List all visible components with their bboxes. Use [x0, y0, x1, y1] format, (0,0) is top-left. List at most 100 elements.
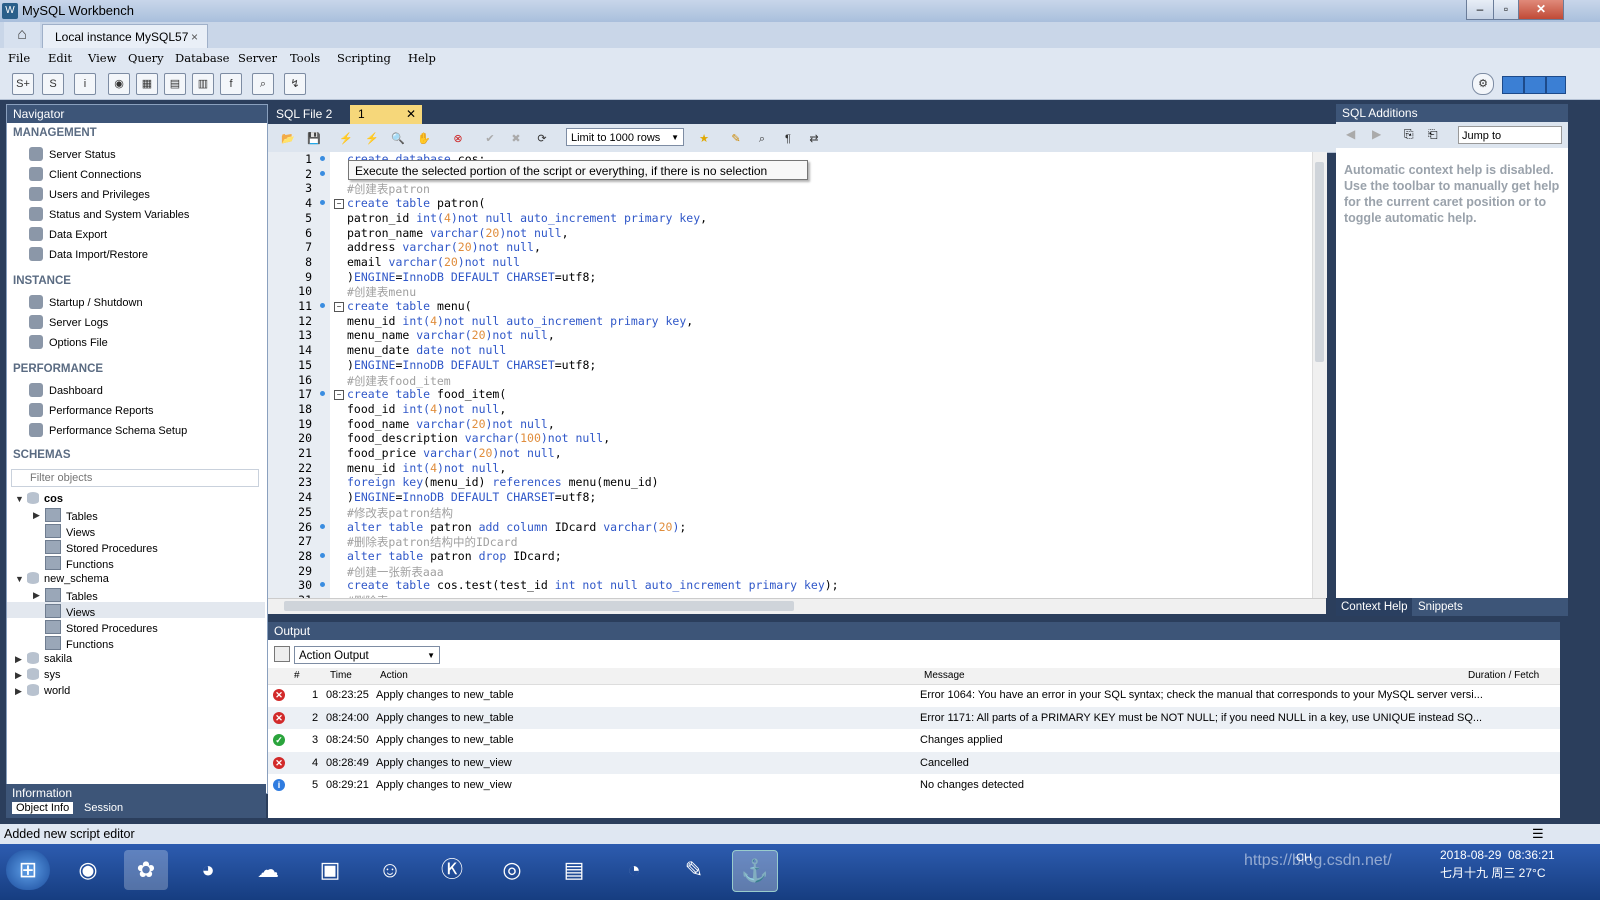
menu-query[interactable]: Query — [128, 51, 164, 65]
auto-help-icon[interactable]: ⎗ — [1428, 127, 1438, 142]
tab-object-info[interactable]: Object Info — [12, 802, 74, 814]
scroll-thumb[interactable] — [1315, 162, 1324, 362]
expand-world-icon[interactable]: ▶ — [15, 686, 22, 697]
settings-icon[interactable]: ⚙ — [1472, 73, 1494, 95]
invisible-chars-icon[interactable]: ¶ — [778, 129, 798, 149]
tab-local-instance[interactable]: Local instance MySQL57 × — [42, 24, 208, 49]
menu-file[interactable]: File — [8, 51, 30, 65]
create-table-icon[interactable]: ▦ — [136, 73, 158, 95]
nav-server-status[interactable]: Server Status — [29, 147, 116, 161]
office-icon[interactable]: ▣ — [308, 850, 352, 890]
close-tab-icon[interactable]: × — [191, 30, 198, 44]
cloud-app-icon[interactable]: ☁ — [246, 850, 290, 890]
cos-procedures[interactable]: Stored Procedures — [45, 540, 158, 555]
create-view-icon[interactable]: ▤ — [164, 73, 186, 95]
schema-world[interactable]: world — [27, 684, 70, 697]
new-schema-tables[interactable]: Tables — [45, 588, 98, 603]
firefox-icon[interactable]: ◕ — [186, 850, 230, 890]
expand-sys-icon[interactable]: ▶ — [15, 670, 22, 681]
chrome-icon[interactable]: ◉ — [66, 850, 110, 890]
output-row[interactable]: ✕ 4 08:28:49 Apply changes to new_view Cance… — [268, 751, 1560, 774]
home-tab-icon[interactable]: ⌂ — [4, 22, 40, 48]
output-row[interactable]: i 5 08:29:21 Apply changes to new_view No ch… — [268, 774, 1560, 796]
expand-tables-icon[interactable]: ▶ — [33, 590, 40, 601]
schema-cos[interactable]: cos — [27, 492, 63, 505]
expand-sakila-icon[interactable]: ▶ — [15, 654, 22, 665]
copy-output-icon[interactable] — [274, 646, 290, 662]
cos-tables[interactable]: Tables — [45, 508, 98, 523]
open-file-icon[interactable]: 📂 — [278, 129, 298, 149]
status-panel-icon[interactable]: ☰ — [1532, 826, 1544, 842]
open-sql-script-icon[interactable]: S — [42, 73, 64, 95]
save-icon[interactable]: 💾 — [304, 129, 324, 149]
beautify-icon[interactable]: ★ — [694, 129, 714, 149]
new-schema-procedures[interactable]: Stored Procedures — [45, 620, 158, 635]
reconnect-icon[interactable]: ↯ — [284, 73, 306, 95]
autocommit-icon[interactable]: ⟳ — [532, 129, 552, 149]
expand-new-schema-icon[interactable]: ▼ — [15, 574, 24, 584]
schema-filter-input[interactable] — [11, 469, 259, 487]
schema-new-schema[interactable]: new_schema — [27, 572, 109, 585]
stop-icon[interactable]: ✋ — [414, 129, 434, 149]
rollback-icon[interactable]: ✖ — [506, 129, 526, 149]
close-tab-icon[interactable]: ✕ — [406, 105, 416, 124]
output-row[interactable]: ✓ 3 08:24:50 Apply changes to new_table Chan… — [268, 729, 1560, 751]
fold-toggle-icon[interactable]: − — [334, 390, 344, 401]
format-icon[interactable]: ✎ — [726, 129, 746, 149]
nav-dashboard[interactable]: Dashboard — [29, 383, 103, 397]
output-row[interactable]: ✕ 1 08:23:25 Apply changes to new_table Erro… — [268, 684, 1560, 706]
tab-sql-file-2[interactable]: SQL File 2 — [272, 105, 350, 124]
new-schema-views[interactable]: Views — [45, 604, 95, 619]
start-button-icon[interactable]: ⊞ — [6, 850, 50, 890]
k-app-icon[interactable]: Ⓚ — [430, 850, 474, 890]
wrap-lines-icon[interactable]: ⇄ — [804, 129, 824, 149]
toggle-output-icon[interactable] — [1524, 76, 1546, 94]
inspector-icon[interactable]: i — [74, 73, 96, 95]
jump-to-input[interactable]: Jump to — [1458, 126, 1562, 144]
nav-status-variables[interactable]: Status and System Variables — [29, 207, 189, 221]
nav-client-connections[interactable]: Client Connections — [29, 167, 141, 181]
nav-performance-reports[interactable]: Performance Reports — [29, 403, 154, 417]
pen-app-icon[interactable]: ✎ — [672, 850, 716, 890]
nav-users-privileges[interactable]: Users and Privileges — [29, 187, 150, 201]
language-indicator[interactable]: CH — [1296, 852, 1312, 864]
create-procedure-icon[interactable]: ▥ — [192, 73, 214, 95]
nav-server-logs[interactable]: Server Logs — [29, 315, 108, 329]
sql-editor[interactable]: 1 2 3 4−5 6 7 8 9 10 11−12 13 14 15 16 17−18 19 20 21 22 23… — [268, 152, 1326, 598]
execute-current-icon[interactable]: ⚡ — [362, 129, 382, 149]
menu-view[interactable]: View — [88, 51, 116, 65]
menu-edit[interactable]: Edit — [48, 51, 72, 65]
create-schema-icon[interactable]: ◉ — [108, 73, 130, 95]
mysql-workbench-taskbar-icon[interactable]: ⚓ — [732, 850, 778, 892]
new-sql-tab-icon[interactable]: S+ — [12, 73, 34, 95]
nav-options-file[interactable]: Options File — [29, 335, 108, 349]
cos-functions[interactable]: Functions — [45, 556, 114, 571]
file-explorer-icon[interactable]: ▤ — [552, 850, 596, 890]
tab-snippets[interactable]: Snippets — [1418, 598, 1463, 616]
schema-sakila[interactable]: sakila — [27, 652, 72, 665]
nav-data-import[interactable]: Data Import/Restore — [29, 247, 148, 261]
color-app-icon[interactable]: ✿ — [124, 850, 168, 890]
tab-context-help[interactable]: Context Help — [1336, 598, 1413, 616]
music-app-icon[interactable]: ◎ — [490, 850, 534, 890]
expand-tables-icon[interactable]: ▶ — [33, 510, 40, 521]
manual-help-icon[interactable]: ⎘ — [1404, 127, 1414, 142]
new-schema-functions[interactable]: Functions — [45, 636, 114, 651]
expand-cos-icon[interactable]: ▼ — [15, 494, 24, 504]
nav-startup-shutdown[interactable]: Startup / Shutdown — [29, 295, 143, 309]
toggle-sidebar-icon[interactable] — [1502, 76, 1524, 94]
menu-scripting[interactable]: Scripting — [337, 51, 391, 65]
execute-icon[interactable]: ⚡ — [336, 129, 356, 149]
fold-toggle-icon[interactable]: − — [334, 302, 344, 312]
menu-help[interactable]: Help — [408, 51, 436, 65]
menu-database[interactable]: Database — [175, 51, 229, 65]
forward-icon[interactable]: ▶ — [1372, 127, 1381, 141]
output-type-select[interactable]: Action Output ▼ — [294, 646, 440, 664]
nav-performance-schema[interactable]: Performance Schema Setup — [29, 423, 187, 437]
close-button[interactable]: ✕ — [1518, 0, 1564, 20]
search-table-data-icon[interactable]: ⌕ — [252, 73, 274, 95]
fold-toggle-icon[interactable]: − — [334, 199, 344, 210]
cos-views[interactable]: Views — [45, 524, 95, 539]
toggle-additions-icon[interactable] — [1546, 76, 1566, 94]
tab-session[interactable]: Session — [84, 802, 123, 814]
